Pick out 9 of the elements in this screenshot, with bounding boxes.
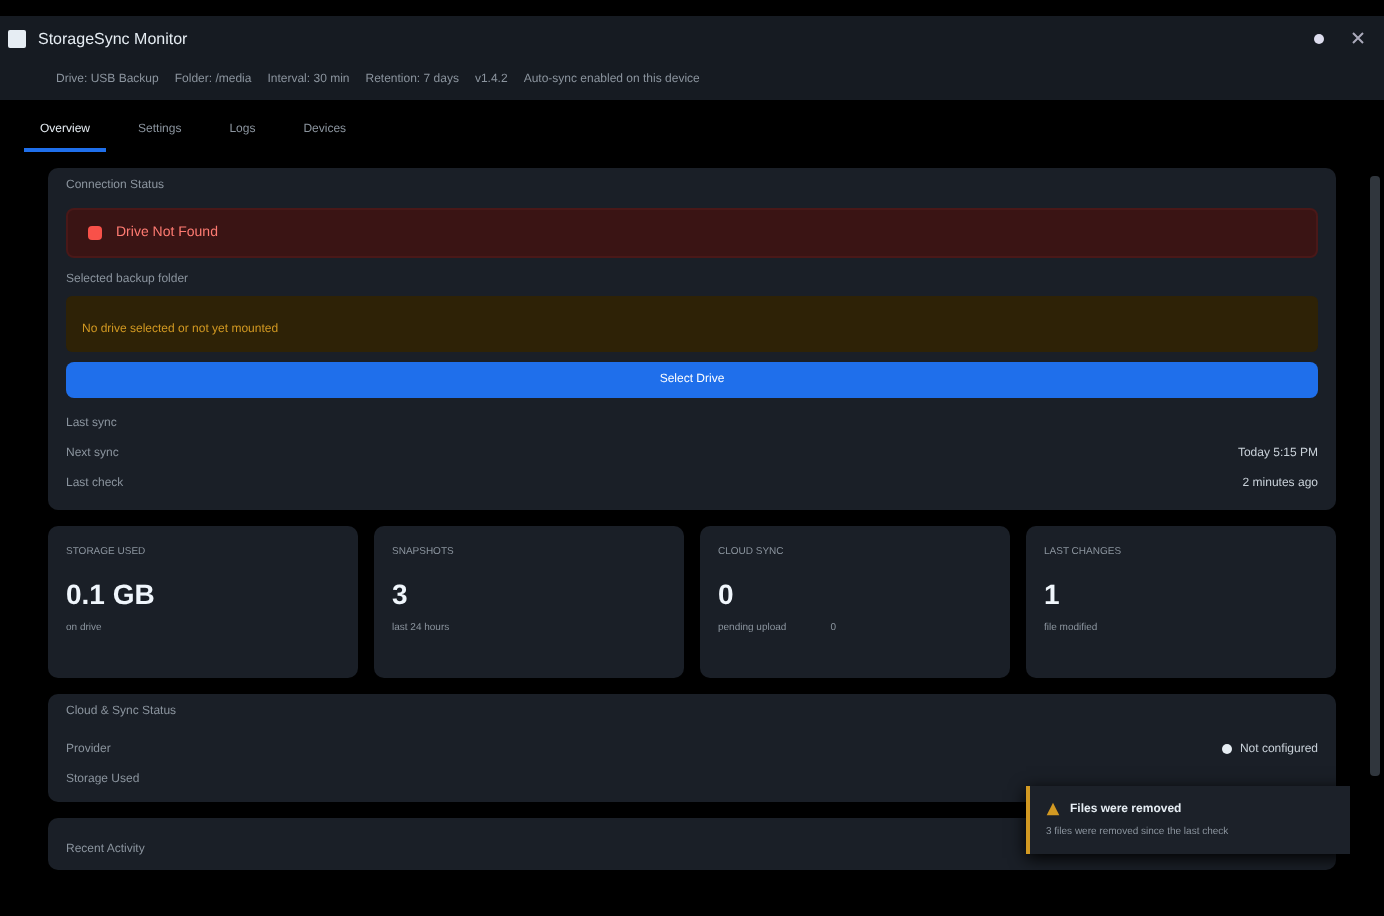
stat-value: 1 [1044,578,1062,610]
stat-value: 0.1 GB [66,578,157,610]
window-title: StorageSync Monitor [38,29,188,47]
app-logo-icon [8,29,26,47]
stat-value: 0 [718,578,736,610]
scrollbar[interactable] [1370,176,1380,776]
stat-value: 3 [392,578,410,610]
status-dot-icon [1221,744,1232,754]
error-icon [88,226,102,240]
